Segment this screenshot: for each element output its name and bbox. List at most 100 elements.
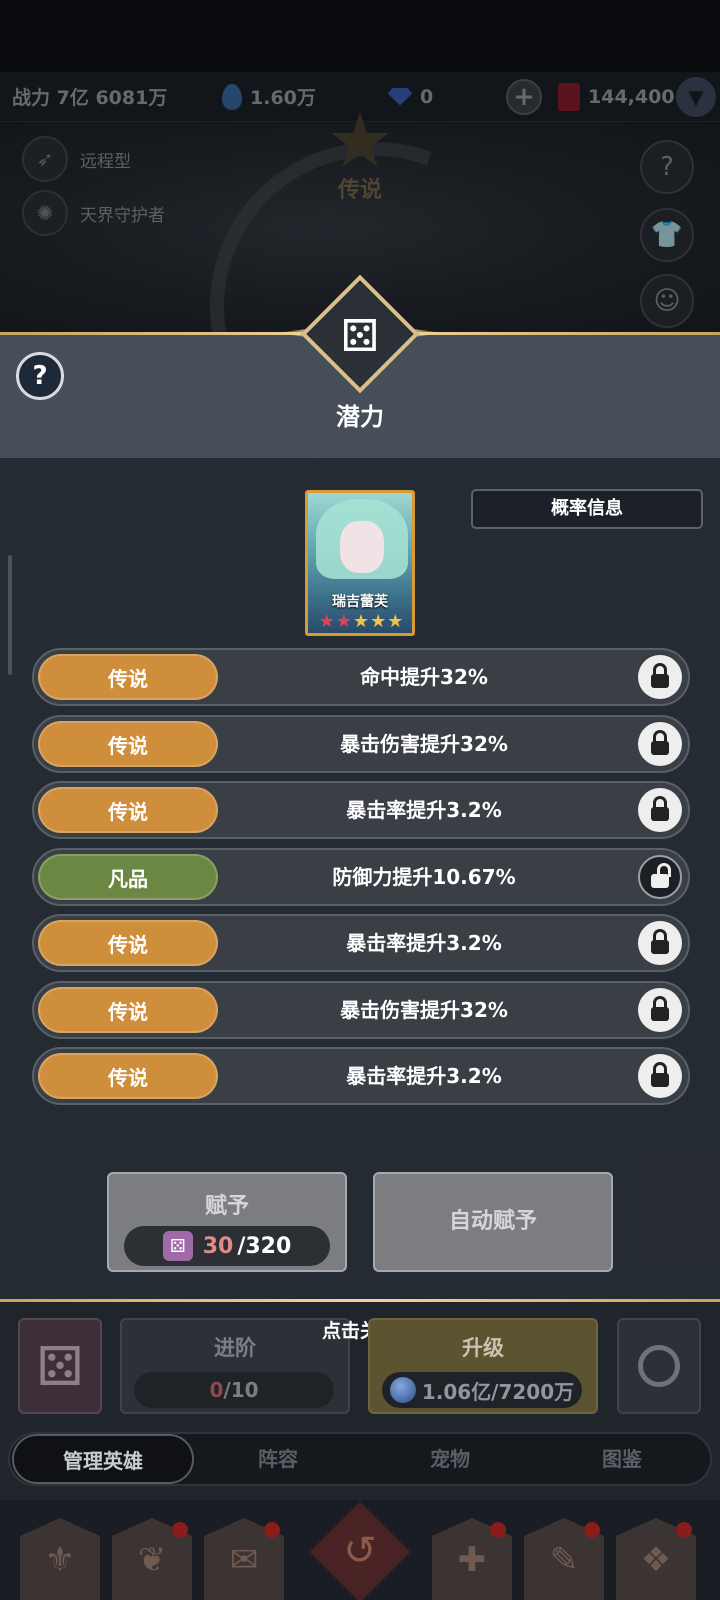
- levelup-cost-value: 1.06亿/7200万: [421, 1379, 575, 1404]
- add-currency-button[interactable]: +: [506, 78, 542, 115]
- quest-scroll-icon: ✎: [549, 1540, 579, 1580]
- help-button[interactable]: ?: [16, 352, 64, 400]
- legend-rank-label: 传说: [337, 178, 382, 203]
- auto-grant-button[interactable]: 自动赋予: [373, 1172, 613, 1272]
- potential-effect: 命中提升32%: [360, 665, 488, 689]
- star-icon: ★: [335, 611, 352, 632]
- potential-row: 传说 暴击率提升3.2%: [32, 914, 690, 972]
- star-icon: ★: [352, 611, 370, 632]
- crystal-amount: 1.60万: [250, 87, 316, 109]
- potential-effect: 暴击伤害提升32%: [340, 732, 508, 756]
- gem-amount: 144,400: [588, 85, 675, 108]
- levelup-cost: 1.06亿/7200万: [382, 1372, 582, 1408]
- lock-button[interactable]: [638, 788, 682, 832]
- notification-dot: [584, 1522, 600, 1538]
- star-icon: ★: [370, 611, 387, 632]
- lock-icon: [651, 929, 669, 954]
- info-side-button[interactable]: ?: [640, 140, 694, 194]
- lock-icon: [651, 1062, 669, 1087]
- crystal-resource: 1.60万: [222, 83, 316, 110]
- levelup-label: 升级: [462, 1336, 504, 1360]
- potential-effect: 暴击率提升3.2%: [346, 1064, 502, 1088]
- potential-grade: 传说: [38, 721, 218, 767]
- potential-effect: 防御力提升10.67%: [332, 865, 516, 889]
- shield-icon: ✚: [457, 1540, 487, 1580]
- tab-lineup[interactable]: 阵容: [190, 1434, 366, 1484]
- grant-button[interactable]: 赋予 ⚄ 30 /320: [107, 1172, 347, 1272]
- lock-button[interactable]: [638, 1054, 682, 1098]
- ring-icon: [638, 1345, 680, 1387]
- gem-icon: [558, 82, 580, 111]
- legend-rank-badge: 传说: [305, 112, 415, 204]
- probability-info-button[interactable]: 概率信息: [471, 489, 703, 529]
- lock-button[interactable]: [638, 722, 682, 766]
- type-tag[interactable]: ➶ 远程型: [22, 136, 131, 182]
- hero-stars: ★ ★ ★ ★ ★: [312, 611, 410, 632]
- unlock-button[interactable]: [638, 855, 682, 899]
- unlock-icon: [651, 863, 671, 888]
- type-tag-label: 远程型: [80, 151, 131, 172]
- potential-grade: 传说: [38, 1053, 218, 1099]
- notification-dot: [264, 1522, 280, 1538]
- exp-orb-icon: [389, 1377, 416, 1403]
- gem-resource: 144,400: [558, 82, 675, 111]
- notification-dot: [490, 1522, 506, 1538]
- hero-tabs: 管理英雄 阵容 宠物 图鉴: [8, 1432, 712, 1486]
- levelup-button[interactable]: 升级 1.06亿/7200万: [368, 1318, 598, 1414]
- advance-max: /10: [223, 1378, 259, 1402]
- potential-effect: 暴击伤害提升32%: [340, 998, 508, 1022]
- potential-row: 凡品 防御力提升10.67%: [32, 848, 690, 906]
- tab-manage-heroes[interactable]: 管理英雄: [12, 1434, 194, 1484]
- ring-button[interactable]: [617, 1318, 701, 1414]
- potential-grade: 传说: [38, 654, 218, 700]
- potential-effect: 暴击率提升3.2%: [346, 798, 502, 822]
- combat-power: 战力 7亿 6081万: [12, 87, 168, 109]
- diamond-amount: 0: [420, 85, 434, 108]
- lock-button[interactable]: [638, 655, 682, 699]
- faction-tag[interactable]: ✺ 天界守护者: [22, 190, 165, 236]
- potential-row: 传说 暴击伤害提升32%: [32, 981, 690, 1039]
- dice-icon: ⚄: [162, 1231, 193, 1261]
- status-strip: [0, 0, 720, 72]
- lock-icon: [651, 796, 669, 821]
- costume-side-button[interactable]: 👕: [640, 208, 694, 262]
- diamond-resource: 0: [388, 86, 433, 108]
- potential-row: 传说 暴击伤害提升32%: [32, 715, 690, 773]
- dropdown-button[interactable]: ▼: [676, 76, 716, 117]
- star-icon: ★: [318, 611, 335, 632]
- book-icon: ✉: [229, 1540, 259, 1580]
- lock-icon: [651, 730, 669, 755]
- question-icon: ?: [32, 361, 48, 391]
- potential-grade: 传说: [38, 987, 218, 1033]
- lock-icon: [651, 663, 669, 688]
- tap-to-close[interactable]: 点击关闭: [0, 1316, 720, 1343]
- grant-cost-max: /320: [237, 1233, 292, 1259]
- potential-grade: 凡品: [38, 854, 218, 900]
- star-emblem-icon: [331, 112, 389, 167]
- scroll-icon: ❦: [137, 1540, 167, 1580]
- potential-row: 传说 暴击率提升3.2%: [32, 1047, 690, 1105]
- grant-cost: ⚄ 30 /320: [124, 1226, 330, 1266]
- chevron-down-icon[interactable]: ▼: [676, 76, 716, 117]
- lock-icon: [651, 996, 669, 1021]
- tab-pets[interactable]: 宠物: [362, 1434, 538, 1484]
- notification-dot: [172, 1522, 188, 1538]
- potential-grade: 传说: [38, 920, 218, 966]
- faction-icon: ✺: [22, 190, 68, 236]
- chest-icon: ❖: [640, 1540, 672, 1580]
- question-icon: ?: [660, 152, 674, 182]
- tab-collection[interactable]: 图鉴: [534, 1434, 710, 1484]
- grant-label: 赋予: [204, 1194, 249, 1219]
- profile-side-button[interactable]: ☺: [640, 274, 694, 328]
- star-icon: ★: [387, 611, 404, 632]
- lock-button[interactable]: [638, 921, 682, 965]
- scrollbar[interactable]: [8, 555, 12, 675]
- potential-row: 传说 命中提升32%: [32, 648, 690, 706]
- advance-count: 0 /10: [134, 1372, 334, 1408]
- plus-icon[interactable]: +: [506, 78, 542, 115]
- faction-tag-label: 天界守护者: [80, 205, 165, 226]
- dice-icon: ⚄: [36, 1334, 84, 1398]
- lock-button[interactable]: [638, 988, 682, 1032]
- potential-row: 传说 暴击率提升3.2%: [32, 781, 690, 839]
- hero-card[interactable]: 瑞吉蕾芙 ★ ★ ★ ★ ★: [305, 490, 415, 636]
